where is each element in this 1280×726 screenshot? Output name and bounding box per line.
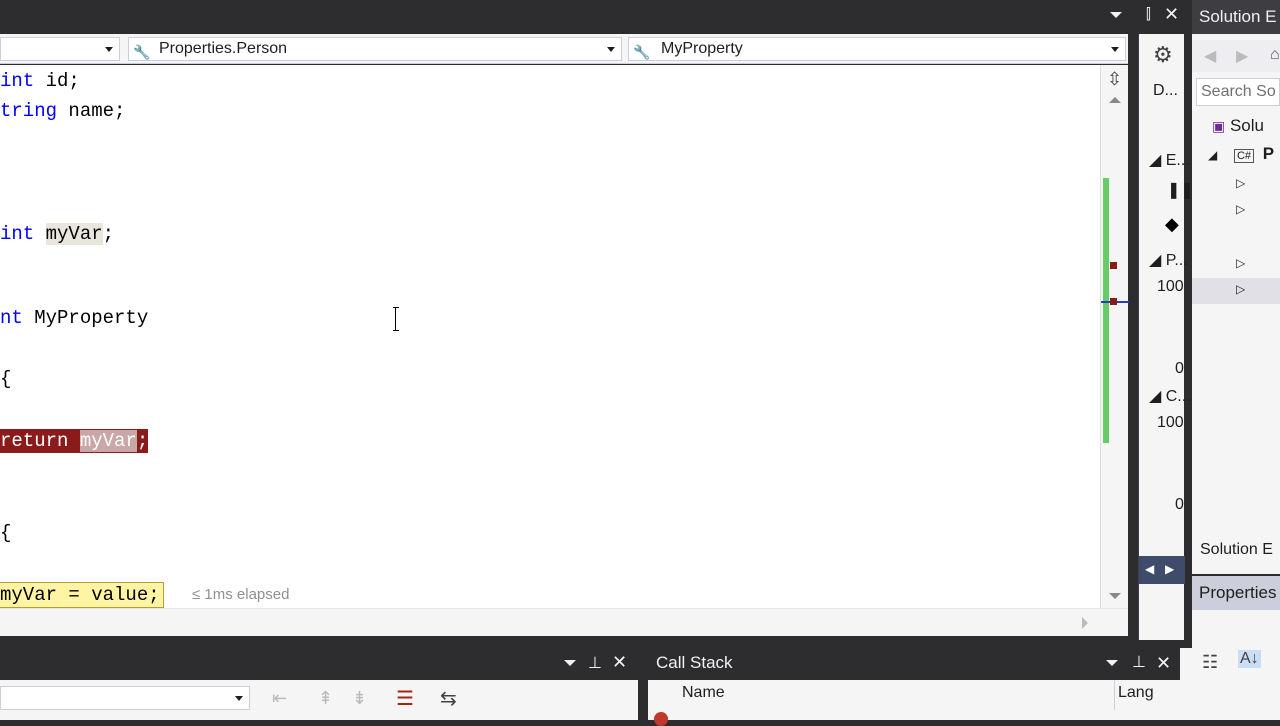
cpu-section[interactable]: ◢ C... <box>1149 386 1191 406</box>
find-icon[interactable]: ⇤ <box>272 688 287 709</box>
code-line: { <box>0 368 12 390</box>
cpu-axis-min: 0 <box>1175 496 1184 513</box>
pause-icon[interactable]: ❚❚ <box>1167 180 1194 200</box>
pin-icon[interactable]: ⊥ <box>588 653 602 673</box>
chevron-down-icon <box>1111 47 1119 52</box>
solution-icon: ▣ <box>1212 118 1226 134</box>
member-dropdown-label: MyProperty <box>661 40 743 57</box>
solution-explorer-title: Solution E <box>1192 0 1280 34</box>
call-stack-scrollbar[interactable] <box>1180 648 1192 720</box>
editor-horizontal-scrollbar[interactable] <box>0 608 1128 636</box>
close-icon[interactable]: ✕ <box>1156 648 1171 678</box>
call-stack-header: Call Stack ⊥ ✕ <box>648 648 1180 678</box>
word-wrap-icon[interactable]: ⇆ <box>440 686 457 711</box>
expanded-icon: ◢ <box>1208 148 1218 162</box>
memory-axis-min: 0 <box>1175 360 1184 377</box>
project-dropdown[interactable] <box>0 37 120 61</box>
events-section[interactable]: ◢ E... <box>1149 150 1190 170</box>
cpu-axis-max: 100 <box>1157 414 1184 431</box>
diagnostics-tab[interactable]: D... <box>1153 82 1178 100</box>
properties-title: Properties <box>1192 576 1280 610</box>
forward-icon[interactable]: ▶ <box>1236 46 1248 66</box>
change-tracking-bar <box>1103 178 1109 443</box>
member-dropdown[interactable]: 🔧 MyProperty <box>628 37 1126 61</box>
properties-panel: ☷ A↓ <box>1192 610 1280 720</box>
csharp-project-icon: C# <box>1233 149 1255 163</box>
dropdown-icon[interactable] <box>1106 660 1118 666</box>
scroll-up-icon[interactable] <box>1109 97 1121 103</box>
code-line: int id; <box>0 70 80 92</box>
pin-icon[interactable]: ⫿ <box>1146 6 1151 23</box>
document-tab-strip <box>0 0 1138 34</box>
type-dropdown[interactable]: 🔧 Properties.Person <box>128 37 622 61</box>
scroll-right-icon[interactable] <box>1082 617 1088 629</box>
navigation-bar: 🔧 Properties.Person 🔧 MyProperty <box>0 34 1128 64</box>
breakpoint-marker <box>1110 298 1117 305</box>
current-statement-line: myVar = value; <box>0 582 164 608</box>
memory-axis-max: 100 <box>1157 278 1184 295</box>
code-editor[interactable]: int id; tring name; int myVar; nt MyProp… <box>0 65 1100 608</box>
code-line: { <box>0 522 12 544</box>
alphabetical-icon[interactable]: A↓ <box>1238 650 1261 668</box>
output-panel-header: ⊥ ✕ <box>0 648 638 678</box>
scroll-left-icon[interactable]: ◀ <box>1145 562 1154 576</box>
column-language[interactable]: Lang <box>1118 684 1154 702</box>
code-line: nt MyProperty <box>0 307 149 329</box>
solution-explorer-tab[interactable]: Solution E <box>1192 536 1280 566</box>
solution-node[interactable]: ▣ Solu <box>1192 116 1280 142</box>
chevron-down-icon <box>105 47 113 52</box>
project-node[interactable]: ◢ C# P <box>1192 144 1280 170</box>
type-dropdown-label: Properties.Person <box>159 40 288 57</box>
wrench-icon: 🔧 <box>633 44 651 60</box>
categorized-icon[interactable]: ☷ <box>1202 652 1218 673</box>
solution-search-input[interactable]: Search So <box>1196 78 1280 106</box>
tree-item[interactable]: ▷ <box>1192 172 1280 198</box>
next-message-icon[interactable]: ⇟ <box>352 688 367 709</box>
chevron-down-icon <box>607 47 615 52</box>
chevron-down-icon <box>235 696 243 701</box>
call-stack-columns: Name Lang <box>648 680 1180 726</box>
diagnostic-tools-header: ⫿ ✕ <box>1138 0 1184 34</box>
tab-overflow-dropdown-icon[interactable] <box>1110 12 1122 18</box>
collapsed-icon: ▷ <box>1236 176 1246 190</box>
tree-item[interactable]: ▷ <box>1192 198 1280 224</box>
close-icon[interactable]: ✕ <box>1164 4 1179 25</box>
collapsed-icon: ▷ <box>1236 202 1246 216</box>
timeline-scrollbar[interactable]: ◀ ▶ <box>1139 556 1185 584</box>
code-line: int myVar; <box>0 223 115 245</box>
column-name[interactable]: Name <box>682 684 725 702</box>
code-line: tring name; <box>0 100 126 122</box>
collapsed-icon: ▷ <box>1236 256 1246 270</box>
solution-explorer-toolbar: ◀ ▶ ⌂ <box>1192 40 1280 72</box>
diagnostic-tools-panel: ⚙ D... ◢ E... ❚❚ ◆ ◢ P... 100 0 ◢ C... 1… <box>1138 34 1194 640</box>
tree-item[interactable]: ▷ <box>1192 252 1280 278</box>
call-stack-title: Call Stack <box>656 653 733 672</box>
dropdown-icon[interactable] <box>564 660 576 666</box>
process-memory-section[interactable]: ◢ P... <box>1149 250 1188 270</box>
tree-item-selected[interactable]: ▷ <box>1192 278 1280 304</box>
clear-all-icon[interactable]: ☰ <box>396 686 414 711</box>
scroll-right-icon[interactable]: ▶ <box>1165 562 1174 576</box>
editor-vertical-scrollbar[interactable]: ⇳ <box>1100 65 1129 608</box>
back-icon[interactable]: ◀ <box>1204 46 1216 66</box>
split-window-icon[interactable]: ⇳ <box>1107 69 1122 90</box>
perf-tip: ≤ 1ms elapsed <box>192 586 290 603</box>
close-icon[interactable]: ✕ <box>612 652 627 673</box>
output-panel-toolbar: ⇤ ⇞ ⇟ ☰ ⇆ <box>0 680 638 720</box>
prev-message-icon[interactable]: ⇞ <box>318 688 333 709</box>
class-icon: 🔧 <box>133 44 151 60</box>
breakpoint-line: return myVar; <box>0 429 149 453</box>
pin-icon[interactable]: ⊥ <box>1132 648 1146 678</box>
column-divider[interactable] <box>1114 680 1115 710</box>
output-source-dropdown[interactable] <box>0 686 250 710</box>
scroll-down-icon[interactable] <box>1109 593 1121 599</box>
error-icon <box>654 712 668 726</box>
diamond-icon: ◆ <box>1165 214 1179 234</box>
collapsed-icon: ▷ <box>1236 282 1246 296</box>
breakpoint-marker <box>1110 262 1117 269</box>
gear-icon[interactable]: ⚙ <box>1153 42 1173 68</box>
home-icon[interactable]: ⌂ <box>1270 46 1280 64</box>
solution-explorer-panel: ◀ ▶ ⌂ Search So ▣ Solu ◢ C# P ▷ ▷ ▷ ▷ <box>1192 34 1280 574</box>
text-cursor-icon <box>393 307 399 331</box>
